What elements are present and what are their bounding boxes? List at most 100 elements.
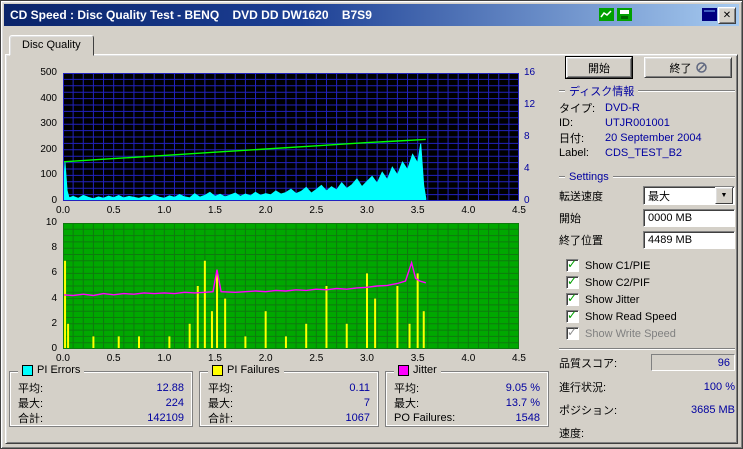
stat-value: 1067 xyxy=(345,411,370,424)
jitter-legend-box: Jitter 平均: 9.05 % 最大: 13.7 % PO Failures: 1… xyxy=(385,364,549,427)
checkbox-show-write-speed: ✓ Show Write Speed xyxy=(566,325,676,340)
stat-label: 最大: xyxy=(18,397,44,410)
pi-failures-jitter-chart xyxy=(63,223,519,349)
title-bar: CD Speed : Disc Quality Test - BENQ DVD … xyxy=(4,4,739,26)
disc-info-heading: ディスク情報 xyxy=(559,84,735,98)
stat-value: 142109 xyxy=(147,411,184,424)
transfer-speed-select[interactable]: 最大 ▼ xyxy=(643,186,735,205)
axis-tick-label: 4 xyxy=(524,163,530,174)
axis-tick-label: 200 xyxy=(40,143,57,155)
stat-label: 合計: xyxy=(208,412,234,425)
stat-label: 平均: xyxy=(208,382,234,395)
axis-tick-label: 16 xyxy=(524,67,536,78)
axis-tick-label: 8 xyxy=(51,242,57,254)
chevron-down-icon[interactable]: ▼ xyxy=(715,187,733,204)
checkbox-box: ✓ xyxy=(566,325,579,340)
exit-button[interactable]: 終了 xyxy=(644,57,732,78)
progress-label: 進行状況: xyxy=(559,382,607,394)
disc-date-label: 日付: xyxy=(559,132,585,145)
axis-tick-label: 3.0 xyxy=(360,353,374,364)
navy-window-icon[interactable] xyxy=(701,7,717,22)
separator xyxy=(559,348,735,350)
tab-strip: Disc Quality xyxy=(9,34,94,56)
axis-tick-label: 3.0 xyxy=(360,205,374,216)
axis-tick-label: 2.0 xyxy=(258,353,273,364)
disc-label-value: CDS_TEST_B2 xyxy=(605,146,683,159)
start-button-label: 開始 xyxy=(588,62,610,75)
app-window: CD Speed : Disc Quality Test - BENQ DVD … xyxy=(0,0,743,449)
axis-tick-label: 500 xyxy=(40,67,57,78)
speed-label: 速度: xyxy=(559,428,585,440)
close-button[interactable]: ✕ xyxy=(718,7,736,24)
axis-tick-label: 4.0 xyxy=(461,205,476,216)
axis-tick-label: 1.5 xyxy=(208,205,222,216)
checkbox-box: ✓ xyxy=(566,257,579,272)
pi-errors-legend-box: PI Errors 平均: 12.88 最大: 224 合計: 142109 xyxy=(9,364,193,427)
axis-tick-label: 2.0 xyxy=(258,205,273,216)
axis-tick-label: 4.0 xyxy=(461,353,476,364)
stat-value: 0.11 xyxy=(349,381,370,394)
stat-label: PO Failures: xyxy=(394,411,456,424)
axis-tick-label: 0 xyxy=(51,195,57,206)
stat-label: 合計: xyxy=(18,412,44,425)
checkbox-box: ✓ xyxy=(566,308,579,323)
axis-tick-label: 12 xyxy=(524,99,536,110)
axis-tick-label: 2.5 xyxy=(309,205,324,216)
legend-title-label: Jitter xyxy=(413,364,437,376)
disc-id-value: UTJR001001 xyxy=(605,116,670,129)
stat-value: 9.05 % xyxy=(505,381,540,394)
disc-label-label: Label: xyxy=(559,146,589,159)
axis-tick-label: 0.5 xyxy=(106,205,121,216)
stat-value: 12.88 xyxy=(156,381,184,394)
stat-label: 平均: xyxy=(394,382,420,395)
green-disc-icon[interactable] xyxy=(616,7,632,22)
checkbox-show-c2-pif[interactable]: ✓ Show C2/PIF xyxy=(566,274,735,291)
exit-icon xyxy=(695,62,707,73)
checkbox-show-c1-pie[interactable]: ✓ Show C1/PIE xyxy=(566,257,735,274)
position-value: 3685 MB xyxy=(690,404,735,416)
pi-failures-swatch xyxy=(212,364,223,376)
transfer-speed-value: 最大 xyxy=(648,190,670,203)
end-position-label: 終了位置 xyxy=(559,235,603,247)
disc-type-label: タイプ: xyxy=(559,102,596,115)
progress-value: 100 % xyxy=(703,381,735,393)
checkbox-show-jitter[interactable]: ✓ Show Jitter xyxy=(566,291,735,308)
axis-tick-label: 8 xyxy=(524,131,530,142)
window-title: CD Speed : Disc Quality Test - BENQ DVD … xyxy=(10,8,372,22)
exit-button-label: 終了 xyxy=(669,62,692,75)
pi-errors-swatch xyxy=(22,364,33,376)
start-position-field[interactable]: 0000 MB xyxy=(643,209,735,227)
stat-label: 最大: xyxy=(208,397,234,410)
axis-tick-label: 3.5 xyxy=(410,353,425,364)
quality-score-label: 品質スコア: xyxy=(559,357,618,370)
checkbox-box: ✓ xyxy=(566,291,579,306)
right-panel: 開始 終了 ディスク情報 タイプ: DVD-R ID: UTJR001001 日付:… xyxy=(559,56,735,440)
axis-tick-label: 2 xyxy=(51,317,57,329)
axis-tick-label: 2.5 xyxy=(309,353,324,364)
settings-heading: Settings xyxy=(559,170,735,183)
green-chart-icon[interactable] xyxy=(598,7,614,22)
stat-label: 最大: xyxy=(394,397,420,410)
start-button[interactable]: 開始 xyxy=(565,56,633,79)
pi-errors-read-speed-chart xyxy=(63,73,519,201)
disc-id-label: ID: xyxy=(559,116,574,129)
axis-tick-label: 6 xyxy=(51,267,57,279)
axis-tick-label: 10 xyxy=(45,217,57,228)
stat-value: 1548 xyxy=(515,411,540,424)
axis-tick-label: 1.0 xyxy=(157,353,172,364)
axis-tick-label: 1.5 xyxy=(208,353,222,364)
end-position-field[interactable]: 4489 MB xyxy=(643,231,735,249)
pi-failures-legend-box: PI Failures 平均: 0.11 最大: 7 合計: 1067 xyxy=(199,364,379,427)
position-label: ポジション: xyxy=(559,405,618,417)
tab-disc-quality[interactable]: Disc Quality xyxy=(9,35,94,56)
stat-value: 13.7 % xyxy=(505,396,540,409)
disc-type-value: DVD-R xyxy=(605,101,640,114)
legend-title-label: PI Failures xyxy=(227,364,280,376)
axis-tick-label: 3.5 xyxy=(410,205,425,216)
show-options-list: ✓ Show C1/PIE ✓ Show C2/PIF ✓ Show Jitter ✓… xyxy=(566,257,735,342)
disc-date-value: 20 September 2004 xyxy=(605,131,702,144)
jitter-swatch xyxy=(398,364,409,376)
checkbox-box: ✓ xyxy=(566,274,579,289)
close-icon: ✕ xyxy=(722,9,732,21)
checkbox-show-read-speed[interactable]: ✓ Show Read Speed xyxy=(566,308,735,325)
